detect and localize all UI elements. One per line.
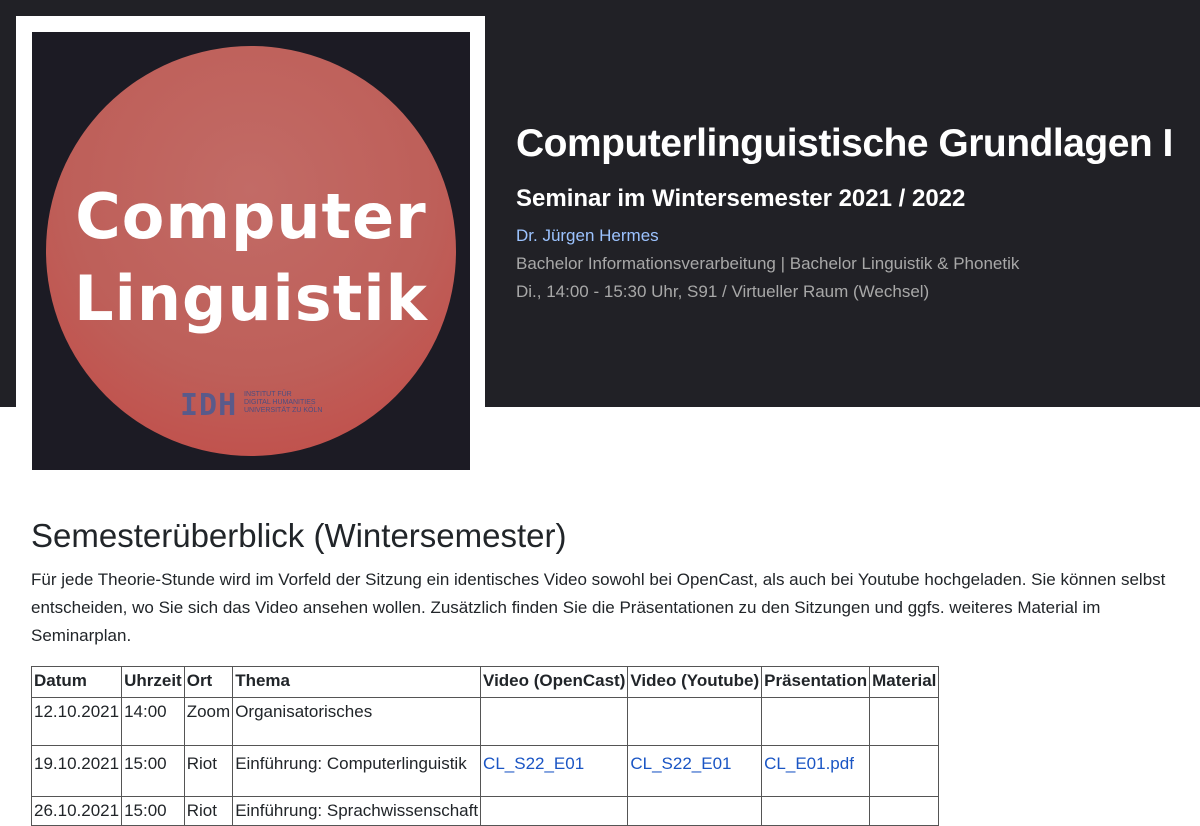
header-video-youtube: Video (Youtube): [627, 666, 763, 698]
logo-text-line-2: Linguistik: [74, 262, 428, 335]
cell-time: 15:00: [121, 796, 185, 826]
intro-paragraph: Für jede Theorie-Stunde wird im Vorfeld …: [31, 570, 1166, 645]
youtube-video-link[interactable]: CL_S22_E01: [630, 754, 731, 773]
table-row: 12.10.2021 14:00 Zoom Organisatorisches: [30, 697, 940, 746]
cell-video-opencast: [480, 697, 629, 746]
header-datum: Datum: [30, 666, 123, 698]
course-logo: Computer Linguistik IDH Institut für Dig…: [32, 32, 470, 470]
cell-location: Riot: [183, 745, 234, 797]
idh-mark: IDH: [180, 388, 238, 423]
cell-topic: Einführung: Computerlinguistik: [232, 745, 482, 797]
idh-institute-name: Institut für Digital Humanities Universi…: [244, 391, 323, 414]
cell-location: Zoom: [183, 697, 234, 746]
cell-presentation: [761, 796, 871, 826]
cell-video-youtube: CL_S22_E01: [627, 745, 763, 797]
presentation-pdf-link[interactable]: CL_E01.pdf: [764, 754, 854, 773]
header-video-opencast: Video (OpenCast): [480, 666, 629, 698]
cell-date: 12.10.2021: [30, 697, 123, 746]
header-ort: Ort: [183, 666, 234, 698]
cell-location: Riot: [183, 796, 234, 826]
cell-material: [869, 796, 940, 826]
cell-time: 14:00: [121, 697, 185, 746]
header-praesentation: Präsentation: [761, 666, 871, 698]
cell-presentation: CL_E01.pdf: [761, 745, 871, 797]
table-row: 26.10.2021 15:00 Riot Einführung: Sprach…: [30, 796, 940, 826]
header-uhrzeit: Uhrzeit: [121, 666, 185, 698]
header-material: Material: [869, 666, 940, 698]
table-header-row: Datum Uhrzeit Ort Thema Video (OpenCast)…: [30, 666, 940, 698]
course-schedule: Di., 14:00 - 15:30 Uhr, S91 / Virtueller…: [516, 282, 930, 301]
header-thema: Thema: [232, 666, 482, 698]
cell-video-opencast: CL_S22_E01: [480, 745, 629, 797]
cell-material: [869, 745, 940, 797]
schedule-table: Datum Uhrzeit Ort Thema Video (OpenCast)…: [30, 666, 940, 826]
cell-video-youtube: [627, 796, 763, 826]
cell-topic: Einführung: Sprachwissenschaft: [232, 796, 482, 826]
cell-date: 19.10.2021: [30, 745, 123, 797]
lecturer-link[interactable]: Dr. Jürgen Hermes: [516, 226, 659, 246]
cell-date: 26.10.2021: [30, 796, 123, 826]
course-title: Computerlinguistische Grundlagen I: [516, 122, 1173, 165]
cell-presentation: [761, 697, 871, 746]
section-title: Semesterüberblick (Wintersemester): [31, 517, 567, 554]
cell-video-opencast: [480, 796, 629, 826]
table-row: 19.10.2021 15:00 Riot Einführung: Comput…: [30, 745, 940, 797]
logo-text-line-1: Computer: [75, 180, 427, 253]
study-programs: Bachelor Informationsverarbeitung | Bach…: [516, 254, 1020, 273]
opencast-video-link[interactable]: CL_S22_E01: [483, 754, 584, 773]
cell-material: [869, 697, 940, 746]
cell-topic: Organisatorisches: [232, 697, 482, 746]
course-subtitle: Seminar im Wintersemester 2021 / 2022: [516, 185, 966, 212]
cell-video-youtube: [627, 697, 763, 746]
cell-time: 15:00: [121, 745, 185, 797]
